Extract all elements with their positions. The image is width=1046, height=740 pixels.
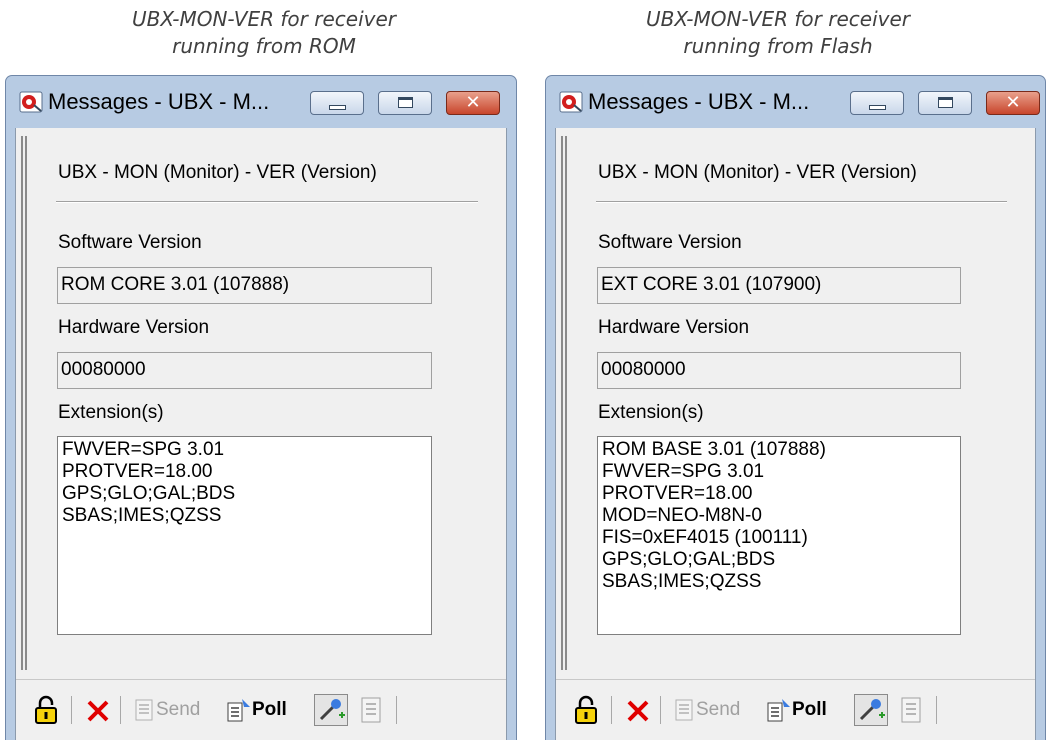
caption-flash: UBX-MON-VER for receiver running from Fl… xyxy=(628,6,928,60)
software-version-field[interactable]: EXT CORE 3.01 (107900) xyxy=(597,267,961,304)
toolbar: Send Poll xyxy=(16,679,506,740)
toolbar-separator xyxy=(120,696,121,724)
toolbar-separator xyxy=(71,696,72,724)
list-item: PROTVER=18.00 xyxy=(602,483,753,504)
hardware-version-label: Hardware Version xyxy=(58,317,210,338)
minimize-icon xyxy=(869,105,886,110)
list-item: FIS=0xEF4015 (100111) xyxy=(602,527,808,548)
send-button[interactable]: Send xyxy=(674,694,740,726)
software-version-label: Software Version xyxy=(58,232,202,253)
message-heading: UBX - MON (Monitor) - VER (Version) xyxy=(58,162,377,183)
list-item: FWVER=SPG 3.01 xyxy=(62,439,225,460)
toolbar-separator xyxy=(660,696,661,724)
list-item: PROTVER=18.00 xyxy=(62,461,213,482)
send-icon xyxy=(675,699,693,721)
window-client: UBX - MON (Monitor) - VER (Version) Soft… xyxy=(555,128,1036,740)
close-icon: ✕ xyxy=(1005,92,1021,113)
maximize-button[interactable] xyxy=(378,91,432,115)
software-version-field[interactable]: ROM CORE 3.01 (107888) xyxy=(57,267,432,304)
messages-window-rom: Messages - UBX - M... ✕ UBX - MON (Monit… xyxy=(5,75,517,740)
tool-icon xyxy=(319,699,345,721)
toolbar-separator xyxy=(936,696,937,724)
app-icon xyxy=(19,91,43,113)
tool-button[interactable] xyxy=(854,694,888,726)
poll-button[interactable]: Poll xyxy=(766,694,827,726)
frame-line xyxy=(565,136,567,670)
message-heading: UBX - MON (Monitor) - VER (Version) xyxy=(598,162,917,183)
poll-icon xyxy=(227,698,250,722)
list-item: SBAS;IMES;QZSS xyxy=(602,571,762,592)
minimize-button[interactable] xyxy=(310,91,364,115)
minimize-button[interactable] xyxy=(850,91,904,115)
delete-icon[interactable] xyxy=(626,694,650,726)
doc-icon[interactable] xyxy=(898,694,924,726)
caption-rom-line2: running from ROM xyxy=(172,34,356,58)
window-title: Messages - UBX - M... xyxy=(48,89,270,114)
extensions-list[interactable]: FWVER=SPG 3.01 PROTVER=18.00 GPS;GLO;GAL… xyxy=(57,436,432,635)
window-title: Messages - UBX - M... xyxy=(588,89,810,114)
list-item: FWVER=SPG 3.01 xyxy=(602,461,765,482)
caption-flash-line1: UBX-MON-VER for receiver xyxy=(646,7,910,31)
lock-icon[interactable] xyxy=(34,694,58,726)
close-icon: ✕ xyxy=(465,92,481,113)
extensions-label: Extension(s) xyxy=(598,402,704,423)
poll-button[interactable]: Poll xyxy=(226,694,287,726)
toolbar: Send Poll xyxy=(556,679,1035,740)
tool-icon xyxy=(859,699,885,721)
separator xyxy=(596,201,1007,203)
delete-icon[interactable] xyxy=(86,694,110,726)
toolbar-separator xyxy=(611,696,612,724)
hardware-version-field[interactable]: 00080000 xyxy=(57,352,432,389)
send-button[interactable]: Send xyxy=(134,694,200,726)
maximize-button[interactable] xyxy=(918,91,972,115)
caption-rom-line1: UBX-MON-VER for receiver xyxy=(132,7,396,31)
list-item: ROM BASE 3.01 (107888) xyxy=(602,439,826,460)
doc-icon[interactable] xyxy=(358,694,384,726)
poll-icon xyxy=(767,698,790,722)
send-label: Send xyxy=(156,699,201,720)
extensions-label: Extension(s) xyxy=(58,402,164,423)
hardware-version-label: Hardware Version xyxy=(598,317,750,338)
extensions-list[interactable]: ROM BASE 3.01 (107888) FWVER=SPG 3.01 PR… xyxy=(597,436,961,635)
close-button[interactable]: ✕ xyxy=(986,91,1040,115)
window-client: UBX - MON (Monitor) - VER (Version) Soft… xyxy=(15,128,507,740)
tool-button[interactable] xyxy=(314,694,348,726)
app-icon xyxy=(559,91,583,113)
minimize-icon xyxy=(329,105,346,110)
caption-flash-line2: running from Flash xyxy=(683,34,873,58)
list-item: SBAS;IMES;QZSS xyxy=(62,505,222,526)
caption-rom: UBX-MON-VER for receiver running from RO… xyxy=(114,6,414,60)
lock-icon[interactable] xyxy=(574,694,598,726)
software-version-label: Software Version xyxy=(598,232,742,253)
poll-label: Poll xyxy=(792,699,827,720)
close-button[interactable]: ✕ xyxy=(446,91,500,115)
messages-window-flash: Messages - UBX - M... ✕ UBX - MON (Monit… xyxy=(545,75,1046,740)
send-icon xyxy=(135,699,153,721)
list-item: MOD=NEO-M8N-0 xyxy=(602,505,762,526)
frame-line xyxy=(21,136,23,670)
poll-label: Poll xyxy=(252,699,287,720)
frame-line xyxy=(561,136,563,670)
list-item: GPS;GLO;GAL;BDS xyxy=(602,549,776,570)
toolbar-separator xyxy=(396,696,397,724)
title-bar[interactable]: Messages - UBX - M... ✕ xyxy=(6,76,516,128)
send-label: Send xyxy=(696,699,741,720)
frame-line xyxy=(25,136,27,670)
maximize-icon xyxy=(398,97,413,108)
list-item: GPS;GLO;GAL;BDS xyxy=(62,483,236,504)
title-bar[interactable]: Messages - UBX - M... ✕ xyxy=(546,76,1045,128)
separator xyxy=(56,201,478,203)
hardware-version-field[interactable]: 00080000 xyxy=(597,352,961,389)
maximize-icon xyxy=(938,97,953,108)
